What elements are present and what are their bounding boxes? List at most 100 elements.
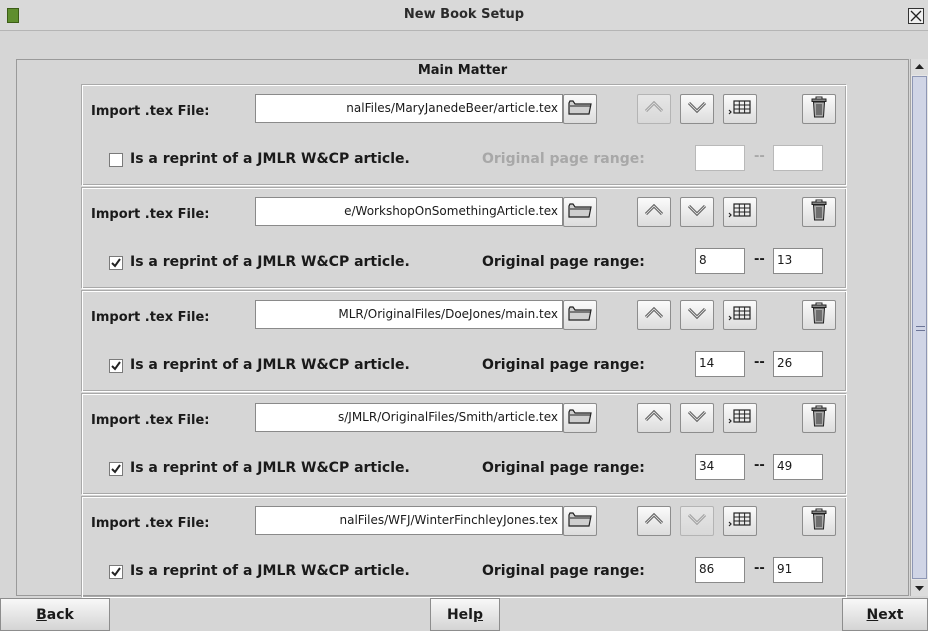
page-range-start-input[interactable]: 8	[695, 248, 745, 274]
delete-button[interactable]	[802, 403, 836, 433]
delete-button[interactable]	[802, 506, 836, 536]
page-range-start-input[interactable]: 86	[695, 557, 745, 583]
table-icon	[728, 99, 752, 119]
reprint-label: Is a reprint of a JMLR W&CP article.	[130, 460, 410, 476]
checkmark-icon	[111, 464, 121, 474]
move-up-button[interactable]	[637, 403, 671, 433]
reprint-checkbox[interactable]	[109, 462, 123, 476]
chevron-down-icon	[687, 203, 707, 221]
table-icon	[728, 511, 752, 531]
page-range-end-input[interactable]: 26	[773, 351, 823, 377]
page-range-separator: --	[754, 458, 765, 473]
insert-table-button[interactable]	[723, 403, 757, 433]
chevron-down-icon	[687, 409, 707, 427]
insert-table-button[interactable]	[723, 506, 757, 536]
folder-icon	[567, 98, 593, 120]
folder-icon	[567, 510, 593, 532]
move-down-button[interactable]	[680, 94, 714, 124]
import-label: Import .tex File:	[91, 413, 210, 428]
trash-icon	[811, 199, 827, 225]
browse-folder-button[interactable]	[563, 94, 597, 124]
reprint-checkbox[interactable]	[109, 359, 123, 373]
browse-folder-button[interactable]	[563, 403, 597, 433]
close-icon[interactable]	[908, 8, 924, 24]
table-icon	[728, 202, 752, 222]
import-label: Import .tex File:	[91, 104, 210, 119]
page-range-separator: --	[754, 355, 765, 370]
help-label: Hel	[446, 606, 473, 623]
back-mnemonic: B	[36, 606, 47, 623]
insert-table-button[interactable]	[723, 197, 757, 227]
page-range-end-input[interactable]	[773, 145, 823, 171]
chevron-down-icon	[687, 100, 707, 118]
page-range-end-input[interactable]: 49	[773, 454, 823, 480]
trash-icon	[811, 96, 827, 122]
page-range-separator: --	[754, 252, 765, 267]
page-range-end-input[interactable]: 13	[773, 248, 823, 274]
insert-table-button[interactable]	[723, 94, 757, 124]
next-button[interactable]: Next	[842, 598, 928, 631]
page-range-separator: --	[754, 149, 765, 164]
vertical-scrollbar[interactable]	[910, 59, 928, 596]
reprint-checkbox[interactable]	[109, 153, 123, 167]
checkmark-icon	[111, 567, 121, 577]
trash-icon	[811, 302, 827, 328]
reprint-checkbox[interactable]	[109, 565, 123, 579]
move-up-button[interactable]	[637, 506, 671, 536]
scroll-up-icon[interactable]	[911, 59, 928, 75]
move-down-button[interactable]	[680, 197, 714, 227]
help-button[interactable]: Hel p	[430, 598, 500, 631]
move-up-button[interactable]	[637, 300, 671, 330]
folder-icon	[567, 407, 593, 429]
scroll-thumb[interactable]	[912, 76, 927, 579]
window-title: New Book Setup	[403, 7, 525, 22]
tex-entry-1: Import .tex File: nalFiles/MaryJanedeBee…	[81, 84, 847, 186]
title-bar: New Book Setup	[0, 0, 928, 31]
chevron-down-icon	[687, 512, 707, 530]
tex-entry-4: Import .tex File: s/JMLR/OriginalFiles/S…	[81, 393, 847, 495]
insert-table-button[interactable]	[723, 300, 757, 330]
reprint-checkbox[interactable]	[109, 256, 123, 270]
tex-file-value: nalFiles/MaryJanedeBeer/article.tex	[346, 101, 558, 115]
tex-file-input[interactable]: s/JMLR/OriginalFiles/Smith/article.tex	[255, 403, 563, 432]
chevron-up-icon	[644, 512, 664, 530]
tex-file-value: e/WorkshopOnSomethingArticle.tex	[344, 204, 558, 218]
delete-button[interactable]	[802, 197, 836, 227]
page-range-label: Original page range:	[482, 563, 645, 579]
reprint-label: Is a reprint of a JMLR W&CP article.	[130, 151, 410, 167]
move-down-button[interactable]	[680, 300, 714, 330]
page-range-start-input[interactable]: 14	[695, 351, 745, 377]
tex-file-input[interactable]: nalFiles/MaryJanedeBeer/article.tex	[255, 94, 563, 123]
table-icon	[728, 408, 752, 428]
trash-icon	[811, 405, 827, 431]
back-label: ack	[46, 606, 74, 623]
move-up-button[interactable]	[637, 94, 671, 124]
move-down-button[interactable]	[680, 506, 714, 536]
tex-file-value: nalFiles/WFJ/WinterFinchleyJones.tex	[339, 513, 558, 527]
tex-file-input[interactable]: MLR/OriginalFiles/DoeJones/main.tex	[255, 300, 563, 329]
page-range-label: Original page range:	[482, 254, 645, 270]
browse-folder-button[interactable]	[563, 300, 597, 330]
table-icon	[728, 305, 752, 325]
back-button[interactable]: Back	[0, 598, 110, 631]
scroll-down-icon[interactable]	[911, 580, 928, 596]
next-label: ext	[878, 606, 904, 623]
tex-entry-2: Import .tex File: e/WorkshopOnSomethingA…	[81, 187, 847, 289]
chevron-up-icon	[644, 409, 664, 427]
tex-entry-3: Import .tex File: MLR/OriginalFiles/DoeJ…	[81, 290, 847, 392]
tex-file-value: MLR/OriginalFiles/DoeJones/main.tex	[338, 307, 558, 321]
help-mnemonic: p	[472, 606, 484, 623]
move-up-button[interactable]	[637, 197, 671, 227]
section-title: Main Matter	[417, 63, 508, 78]
page-range-label: Original page range:	[482, 460, 645, 476]
tex-file-input[interactable]: nalFiles/WFJ/WinterFinchleyJones.tex	[255, 506, 563, 535]
page-range-start-input[interactable]: 34	[695, 454, 745, 480]
tex-file-input[interactable]: e/WorkshopOnSomethingArticle.tex	[255, 197, 563, 226]
browse-folder-button[interactable]	[563, 506, 597, 536]
move-down-button[interactable]	[680, 403, 714, 433]
delete-button[interactable]	[802, 300, 836, 330]
page-range-start-input[interactable]	[695, 145, 745, 171]
delete-button[interactable]	[802, 94, 836, 124]
browse-folder-button[interactable]	[563, 197, 597, 227]
page-range-end-input[interactable]: 91	[773, 557, 823, 583]
